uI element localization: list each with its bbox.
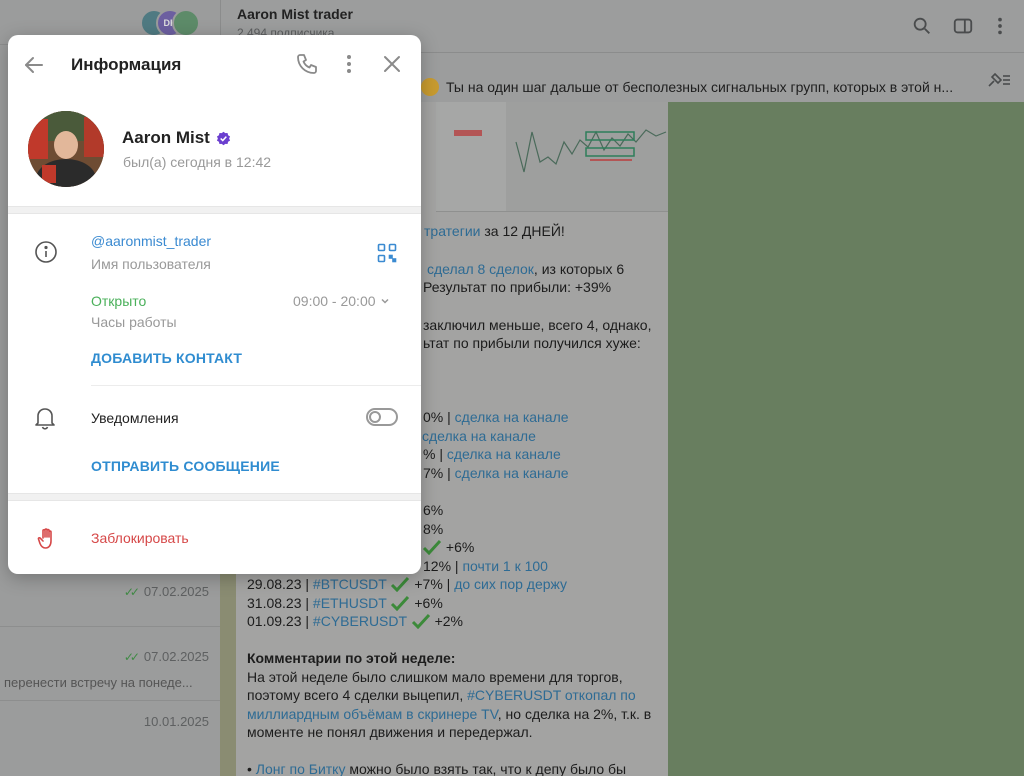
- message-text: •: [247, 761, 256, 776]
- chart-image[interactable]: [436, 102, 668, 212]
- hashtag-link[interactable]: #BTCUSDT: [313, 576, 387, 592]
- channel-title[interactable]: Aaron Mist trader: [237, 6, 353, 22]
- chat-date[interactable]: 10.01.2025: [144, 714, 209, 729]
- divider: [0, 700, 220, 701]
- message-text: 7% |: [423, 465, 455, 481]
- channel-avatars: DK: [140, 9, 202, 37]
- message-link[interactable]: до сих пор держу: [454, 576, 567, 592]
- avatar[interactable]: [28, 111, 104, 187]
- chat-snippet[interactable]: перенести встречу на понеде...: [4, 675, 214, 690]
- message-text: +6%: [445, 539, 475, 555]
- sidebar-toggle-icon[interactable]: [952, 15, 974, 37]
- message-text: , из которых 6: [533, 261, 625, 277]
- toggle-knob: [369, 411, 381, 423]
- checkmark-icon: [391, 576, 410, 592]
- divider: [0, 626, 220, 627]
- message-link[interactable]: Лонг по Битку: [256, 761, 346, 776]
- double-check-icon: ✓✓: [123, 649, 140, 664]
- message-text: +6%: [410, 595, 443, 611]
- avatar: [172, 9, 200, 37]
- chevron-down-icon: [380, 298, 389, 304]
- back-arrow-icon[interactable]: [22, 53, 46, 77]
- qr-code-icon[interactable]: [377, 243, 397, 263]
- message-text: 12% |: [423, 558, 463, 574]
- profile-photo: [28, 111, 104, 187]
- double-check-icon: ✓✓: [123, 584, 140, 599]
- message-text: за 12 ДНЕЙ!: [480, 223, 565, 239]
- notifications-toggle[interactable]: [366, 408, 398, 426]
- message-text: 01.09.23 |: [247, 613, 313, 629]
- username-label: Имя пользователя: [91, 256, 211, 272]
- user-info-dialog: Информация Aaron Mist был(а) сегодня в 1…: [8, 35, 421, 574]
- message-text: 31.08.23 |: [247, 595, 313, 611]
- message-text: 8%: [423, 521, 444, 537]
- search-icon[interactable]: [911, 15, 933, 37]
- close-icon[interactable]: [380, 52, 404, 76]
- chat-date[interactable]: ✓✓ 07.02.2025: [124, 649, 209, 664]
- hashtag-link[interactable]: #CYBERUSDT: [313, 613, 407, 629]
- block-user-button[interactable]: Заблокировать: [91, 530, 189, 546]
- message-text: 0% |: [423, 409, 455, 425]
- more-vertical-icon[interactable]: [337, 52, 361, 76]
- business-hours-dropdown[interactable]: 09:00 - 20:00: [293, 293, 390, 309]
- section-divider: [8, 206, 421, 214]
- dialog-header: Информация: [8, 35, 421, 93]
- block-hand-icon: [37, 528, 52, 549]
- message-link[interactable]: сделка на канале: [422, 428, 536, 444]
- message-link[interactable]: почти 1 к 100: [462, 558, 548, 574]
- unpin-icon[interactable]: [986, 71, 1012, 89]
- business-hours-value: 09:00 - 20:00: [293, 293, 376, 309]
- notifications-label: Уведомления: [91, 410, 179, 426]
- message-text: На этой неделе было слишком мало времени…: [247, 669, 623, 685]
- message-link[interactable]: сделка на канале: [455, 409, 569, 425]
- more-vertical-icon[interactable]: [989, 15, 1011, 37]
- message-text: заключил меньше, всего 4, однако,: [423, 317, 652, 333]
- message-link[interactable]: сделка на канале: [455, 465, 569, 481]
- message-text: моменте не понял движения и передержал.: [247, 724, 533, 740]
- checkmark-icon: [411, 613, 430, 629]
- message-link[interactable]: сделка на канале: [447, 446, 561, 462]
- pinned-text: Ты на один шаг дальше от бесполезных сиг…: [446, 79, 954, 95]
- message-text: 29.08.23 |: [247, 576, 313, 592]
- section-divider: [8, 493, 421, 501]
- message-text: 6%: [423, 502, 444, 518]
- chat-date[interactable]: ✓✓ 07.02.2025: [124, 584, 209, 599]
- add-contact-button[interactable]: ДОБАВИТЬ КОНТАКТ: [91, 350, 242, 366]
- message-link[interactable]: сделал 8 сделок: [427, 261, 534, 277]
- emoji-icon: [421, 78, 439, 96]
- message-text: поэтому всего 4 сделки выцепил,: [247, 687, 468, 703]
- last-seen: был(а) сегодня в 12:42: [123, 154, 272, 170]
- message-link[interactable]: тратегии: [424, 223, 480, 239]
- bell-icon: [35, 408, 55, 430]
- user-name: Aaron Mist: [122, 128, 231, 148]
- message-text: Результат по прибыли: +39%: [423, 279, 612, 295]
- message-text: +2%: [434, 613, 464, 629]
- info-icon: [35, 241, 57, 263]
- verified-badge-icon: [216, 131, 230, 145]
- message-text: +7% |: [410, 576, 455, 592]
- username-link[interactable]: @aaronmist_trader: [91, 233, 211, 249]
- user-name-text: Aaron Mist: [122, 128, 210, 147]
- message-heading: Комментарии по этой неделе:: [247, 650, 456, 666]
- message-text: ьтат по прибыли получился хуже:: [423, 335, 641, 351]
- message-text: % |: [423, 446, 447, 462]
- trading-chart-graphic: [436, 102, 667, 211]
- open-status: Открыто: [91, 293, 147, 309]
- message-text: можно было взять так, что к депу было бы: [345, 761, 627, 776]
- message-link[interactable]: откопал по: [561, 687, 636, 703]
- dialog-title: Информация: [71, 55, 182, 74]
- checkmark-icon: [391, 595, 410, 611]
- send-message-button[interactable]: ОТПРАВИТЬ СООБЩЕНИЕ: [91, 458, 280, 474]
- phone-icon[interactable]: [295, 52, 319, 76]
- checkmark-icon: [422, 539, 442, 555]
- hashtag-link[interactable]: #ETHUSDT: [313, 595, 387, 611]
- hashtag-link[interactable]: #CYBERUSDT: [467, 687, 561, 703]
- business-hours-label: Часы работы: [91, 314, 177, 330]
- divider: [91, 385, 421, 386]
- message-text: , но сделка на 2%, т.к. в: [497, 706, 652, 722]
- message-link[interactable]: миллиардным объёмам в скринере TV: [247, 706, 498, 722]
